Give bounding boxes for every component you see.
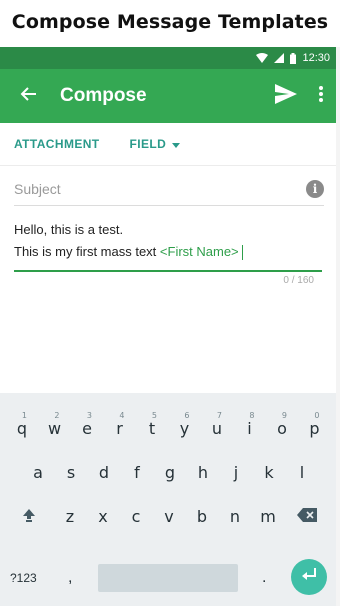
more-vert-icon xyxy=(319,85,323,107)
space-bar[interactable] xyxy=(98,564,238,592)
key-d[interactable]: d xyxy=(89,455,119,489)
key-q[interactable]: 1q xyxy=(7,411,37,445)
enter-key[interactable] xyxy=(291,559,327,595)
subject-placeholder: Subject xyxy=(14,181,61,197)
key-h[interactable]: h xyxy=(188,455,218,489)
key-hint: 6 xyxy=(184,411,190,420)
wifi-icon xyxy=(256,53,269,63)
enter-icon xyxy=(301,567,317,587)
key-label: w xyxy=(47,418,62,438)
phone-screen: 12:30 Compose ATTACHMENT FIELD Subject i… xyxy=(0,47,336,606)
key-j[interactable]: j xyxy=(221,455,251,489)
keyboard-row-2: asdfghjkl xyxy=(0,455,336,489)
text-cursor xyxy=(241,245,243,261)
page-caption: Compose Message Templates xyxy=(11,11,329,33)
compose-toolbar: ATTACHMENT FIELD xyxy=(0,123,336,166)
message-underline xyxy=(14,270,322,272)
key-x[interactable]: x xyxy=(88,499,118,533)
key-b[interactable]: b xyxy=(187,499,217,533)
key-hint: 1 xyxy=(21,411,27,420)
key-label: i xyxy=(247,418,252,438)
key-c[interactable]: c xyxy=(121,499,151,533)
info-icon[interactable]: i xyxy=(306,180,324,198)
key-t[interactable]: 5t xyxy=(137,411,167,445)
caret-down-icon xyxy=(172,137,181,151)
key-f[interactable]: f xyxy=(122,455,152,489)
key-g[interactable]: g xyxy=(155,455,185,489)
arrow-back-icon xyxy=(19,85,37,108)
key-a[interactable]: a xyxy=(23,455,53,489)
key-label: o xyxy=(277,418,287,438)
message-body[interactable]: Hello, this is a test. This is my first … xyxy=(14,219,324,263)
attachment-button[interactable]: ATTACHMENT xyxy=(14,137,100,151)
key-o[interactable]: 9o xyxy=(267,411,297,445)
send-button[interactable] xyxy=(266,69,306,123)
keyboard-row-3: zxcvbnm xyxy=(0,499,336,533)
key-m[interactable]: m xyxy=(253,499,283,533)
key-r[interactable]: 4r xyxy=(105,411,135,445)
keyboard: 1q2w3e4r5t6y7u8i9o0p asdfghjkl zxcvbnm ?… xyxy=(0,393,336,606)
key-e[interactable]: 3e xyxy=(72,411,102,445)
backspace-icon xyxy=(297,507,317,526)
key-n[interactable]: n xyxy=(220,499,250,533)
key-label: y xyxy=(179,418,190,438)
backspace-key[interactable] xyxy=(292,499,322,533)
comma-key[interactable]: , xyxy=(68,564,72,592)
key-k[interactable]: k xyxy=(254,455,284,489)
first-name-field-token: <First Name> xyxy=(159,244,239,259)
key-l[interactable]: l xyxy=(287,455,317,489)
key-label: r xyxy=(116,418,123,438)
battery-icon xyxy=(290,52,297,64)
more-options-button[interactable] xyxy=(306,69,336,123)
shift-key[interactable] xyxy=(14,499,44,533)
keyboard-row-1: 1q2w3e4r5t6y7u8i9o0p xyxy=(0,411,336,445)
status-bar: 12:30 xyxy=(0,47,336,69)
key-y[interactable]: 6y xyxy=(170,411,200,445)
key-hint: 7 xyxy=(216,411,222,420)
period-key[interactable]: . xyxy=(262,564,266,592)
key-label: p xyxy=(309,418,320,438)
key-hint: 9 xyxy=(281,411,287,420)
character-counter: 0 / 160 xyxy=(283,275,314,286)
key-label: u xyxy=(211,418,223,438)
status-time: 12:30 xyxy=(302,52,330,64)
key-hint: 8 xyxy=(249,411,255,420)
key-s[interactable]: s xyxy=(56,455,86,489)
app-bar: Compose xyxy=(0,69,336,123)
key-u[interactable]: 7u xyxy=(202,411,232,445)
edge-shadow xyxy=(336,47,340,606)
key-label: q xyxy=(16,418,28,438)
signal-icon xyxy=(274,53,285,63)
key-hint: 2 xyxy=(54,411,60,420)
message-line-2: This is my first mass text <First Name> xyxy=(14,241,324,263)
key-w[interactable]: 2w xyxy=(40,411,70,445)
key-hint: 4 xyxy=(119,411,125,420)
back-button[interactable] xyxy=(0,69,56,123)
message-line-1: Hello, this is a test. xyxy=(14,222,124,237)
subject-field[interactable]: Subject i xyxy=(14,173,324,206)
key-v[interactable]: v xyxy=(154,499,184,533)
app-title: Compose xyxy=(60,85,147,106)
shift-icon xyxy=(22,507,36,526)
key-hint: 5 xyxy=(151,411,157,420)
key-label: t xyxy=(148,418,156,438)
key-p[interactable]: 0p xyxy=(300,411,330,445)
key-i[interactable]: 8i xyxy=(235,411,265,445)
key-z[interactable]: z xyxy=(55,499,85,533)
key-hint: 0 xyxy=(314,411,320,420)
field-dropdown[interactable]: FIELD xyxy=(130,137,181,151)
field-label: FIELD xyxy=(129,137,167,151)
key-label: e xyxy=(82,418,92,438)
message-text: This is my first mass text xyxy=(14,244,160,259)
key-hint: 3 xyxy=(86,411,92,420)
symbols-key[interactable]: ?123 xyxy=(10,564,37,592)
send-icon xyxy=(275,83,297,109)
